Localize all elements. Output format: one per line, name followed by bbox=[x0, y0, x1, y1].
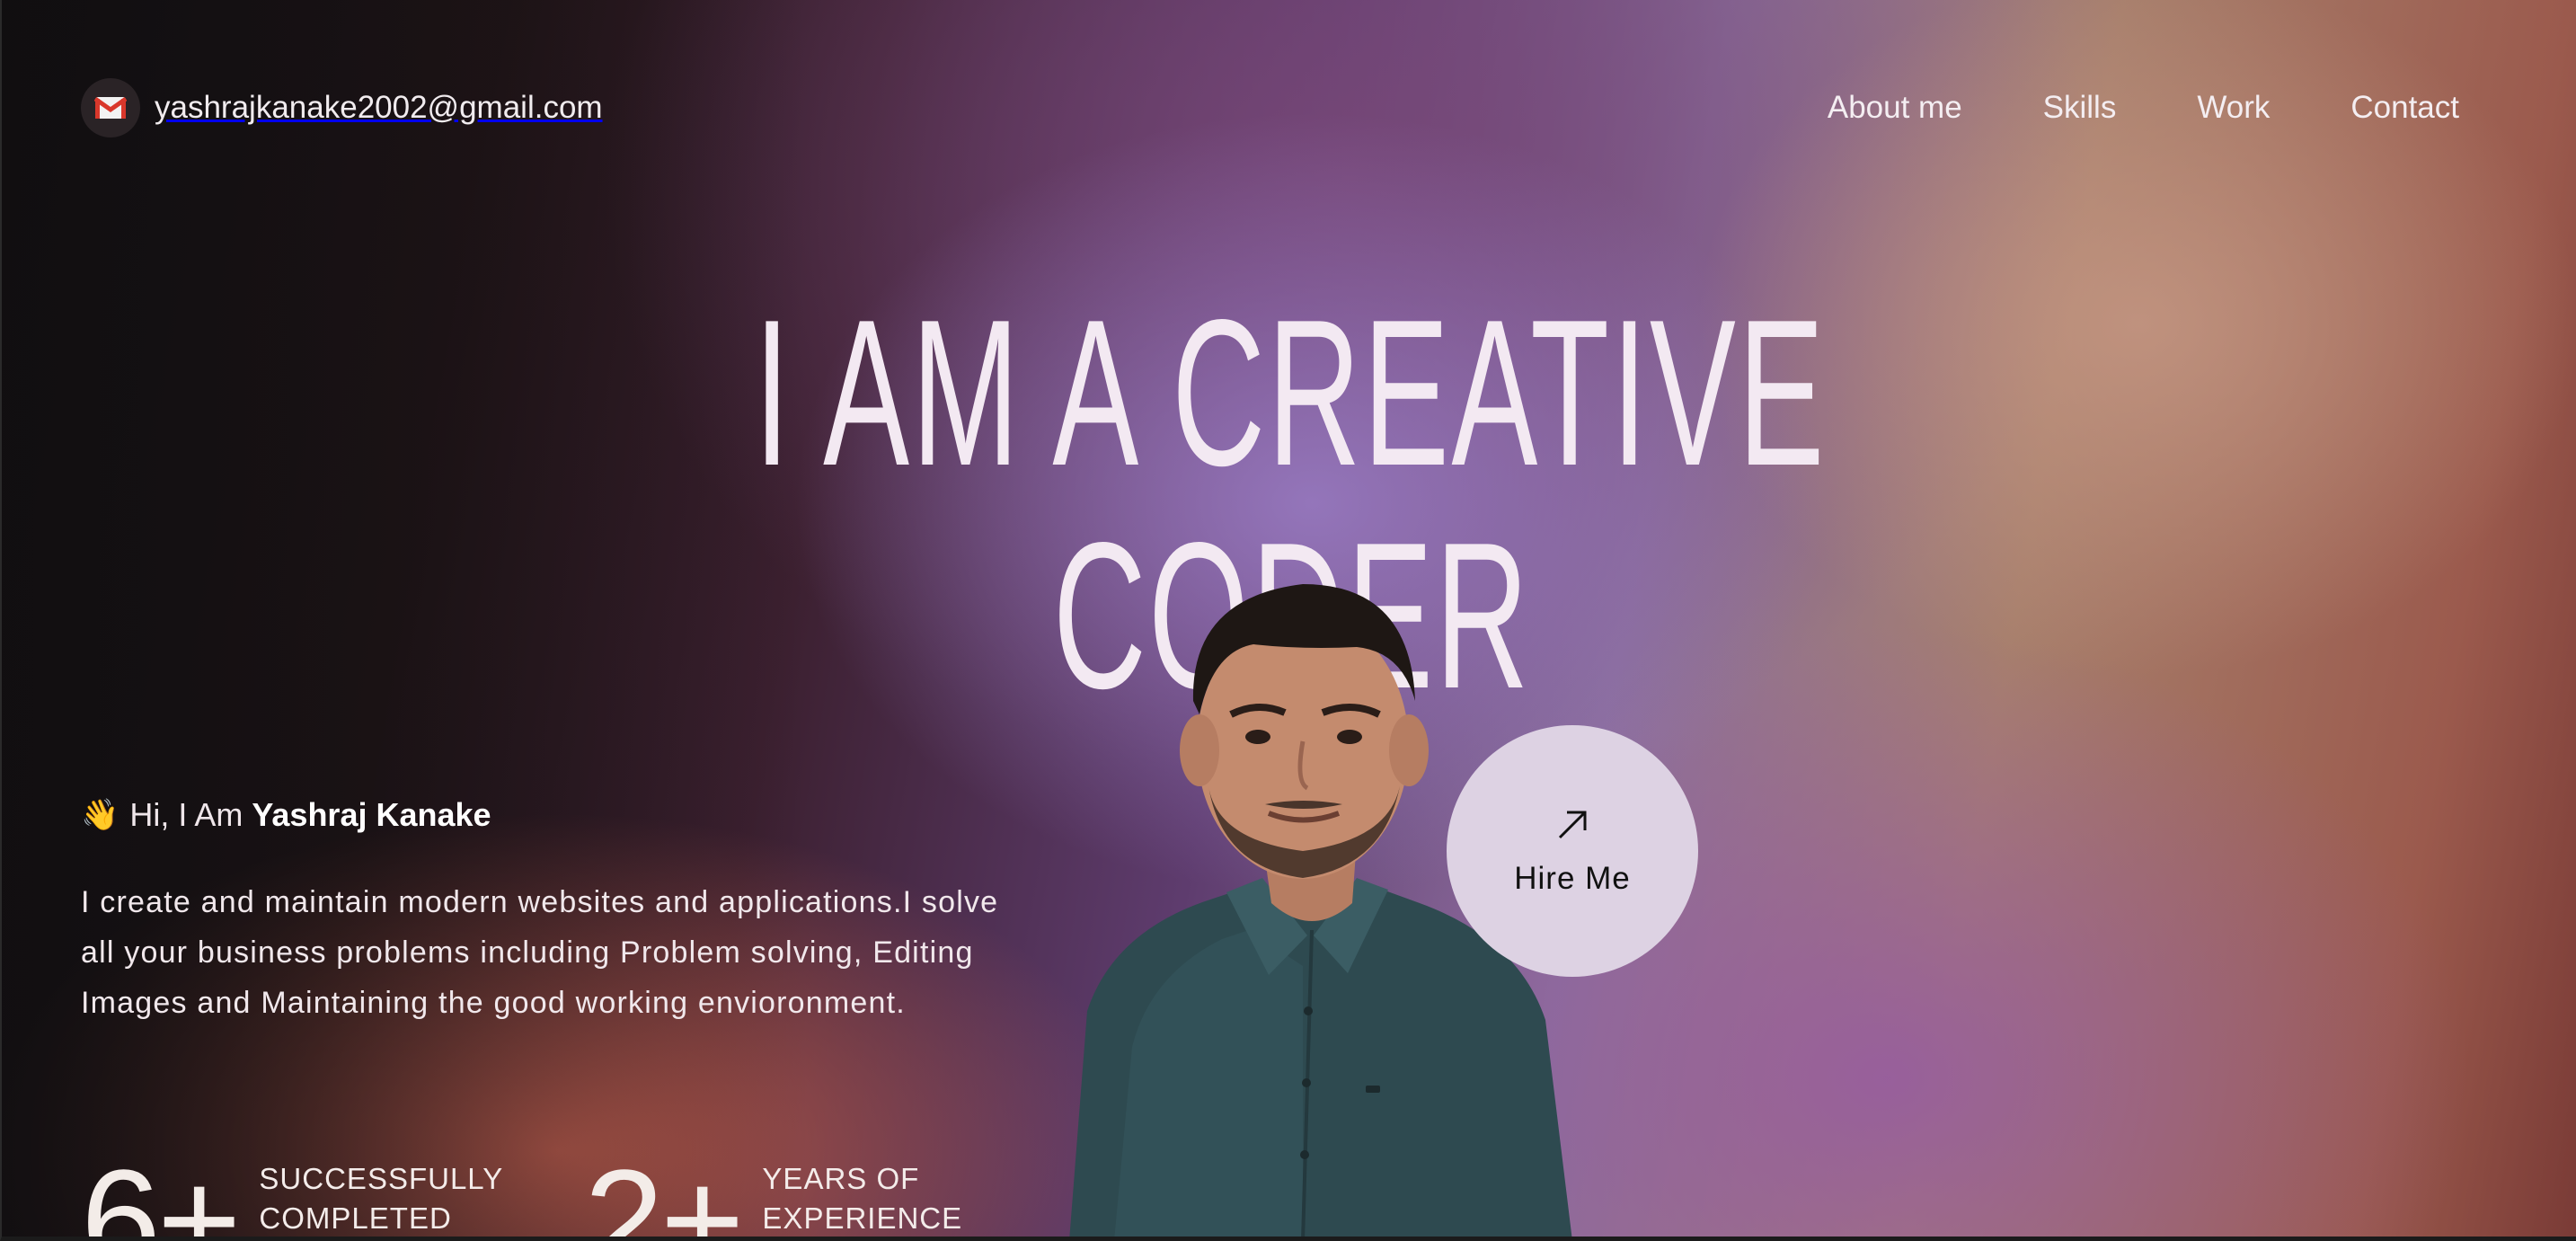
bio-paragraph: I create and maintain modern websites an… bbox=[81, 885, 999, 1020]
arrow-up-right-icon bbox=[1554, 805, 1590, 850]
stat-value: 6+ bbox=[81, 1139, 241, 1241]
greeting: 👋 Hi, I Am Yashraj Kanake bbox=[81, 796, 491, 834]
waving-hand-icon: 👋 bbox=[81, 798, 120, 832]
stat-experience: 2+ YEARS OF EXPERIENCE bbox=[584, 1141, 1031, 1241]
email-link[interactable]: yashrajkanake2002@gmail.com bbox=[81, 78, 603, 137]
hire-me-button[interactable]: Hire Me bbox=[1447, 725, 1698, 977]
stat-label: SUCCESSFULLY COMPLETED bbox=[259, 1162, 503, 1235]
nav-work[interactable]: Work bbox=[2197, 90, 2270, 126]
nav-skills[interactable]: Skills bbox=[2043, 90, 2117, 126]
nav-about-me[interactable]: About me bbox=[1828, 90, 1962, 126]
greeting-name: Yashraj Kanake bbox=[252, 796, 491, 833]
greeting-prefix: Hi, I Am bbox=[129, 796, 252, 833]
portfolio-page: yashrajkanake2002@gmail.com About me Ski… bbox=[0, 0, 2576, 1241]
gmail-icon bbox=[81, 78, 140, 137]
greeting-text: Hi, I Am Yashraj Kanake bbox=[129, 796, 491, 834]
hero-headline-line1: I AM A CREATIVE bbox=[754, 277, 1827, 510]
nav-contact[interactable]: Contact bbox=[2350, 90, 2459, 126]
site-header: yashrajkanake2002@gmail.com About me Ski… bbox=[81, 76, 2468, 139]
main-nav: About me Skills Work Contact bbox=[1828, 90, 2468, 126]
stat-label: YEARS OF EXPERIENCE bbox=[762, 1162, 963, 1235]
email-address: yashrajkanake2002@gmail.com bbox=[155, 90, 603, 125]
hire-me-label: Hire Me bbox=[1514, 861, 1631, 896]
stat-projects: 6+ SUCCESSFULLY COMPLETED bbox=[81, 1141, 528, 1241]
stat-value: 2+ bbox=[584, 1139, 744, 1241]
